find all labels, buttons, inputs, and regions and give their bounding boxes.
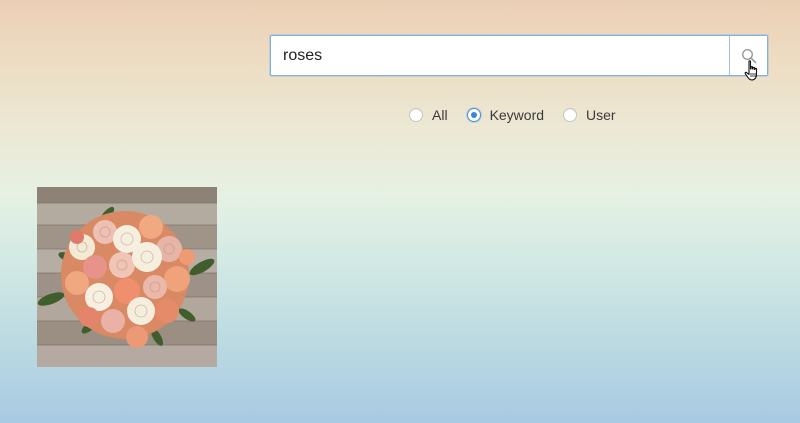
search-button[interactable] [729, 36, 767, 75]
radio-option-all[interactable]: All [409, 107, 448, 123]
radio-label-all: All [432, 107, 448, 123]
rose-bouquet-image [37, 187, 217, 367]
radio-button-all[interactable] [409, 108, 423, 122]
radio-button-keyword[interactable] [466, 108, 481, 122]
search-bar [270, 35, 768, 76]
result-thumbnail[interactable] [37, 187, 217, 367]
radio-option-keyword[interactable]: Keyword [466, 107, 545, 123]
magnifier-icon [741, 48, 756, 63]
search-input[interactable] [271, 36, 729, 75]
radio-label-user: User [586, 107, 616, 123]
radio-button-user[interactable] [563, 108, 578, 122]
radio-label-keyword: Keyword [489, 107, 545, 123]
radio-option-user[interactable]: User [563, 107, 616, 123]
search-type-radio-group: All Keyword User [409, 105, 635, 125]
